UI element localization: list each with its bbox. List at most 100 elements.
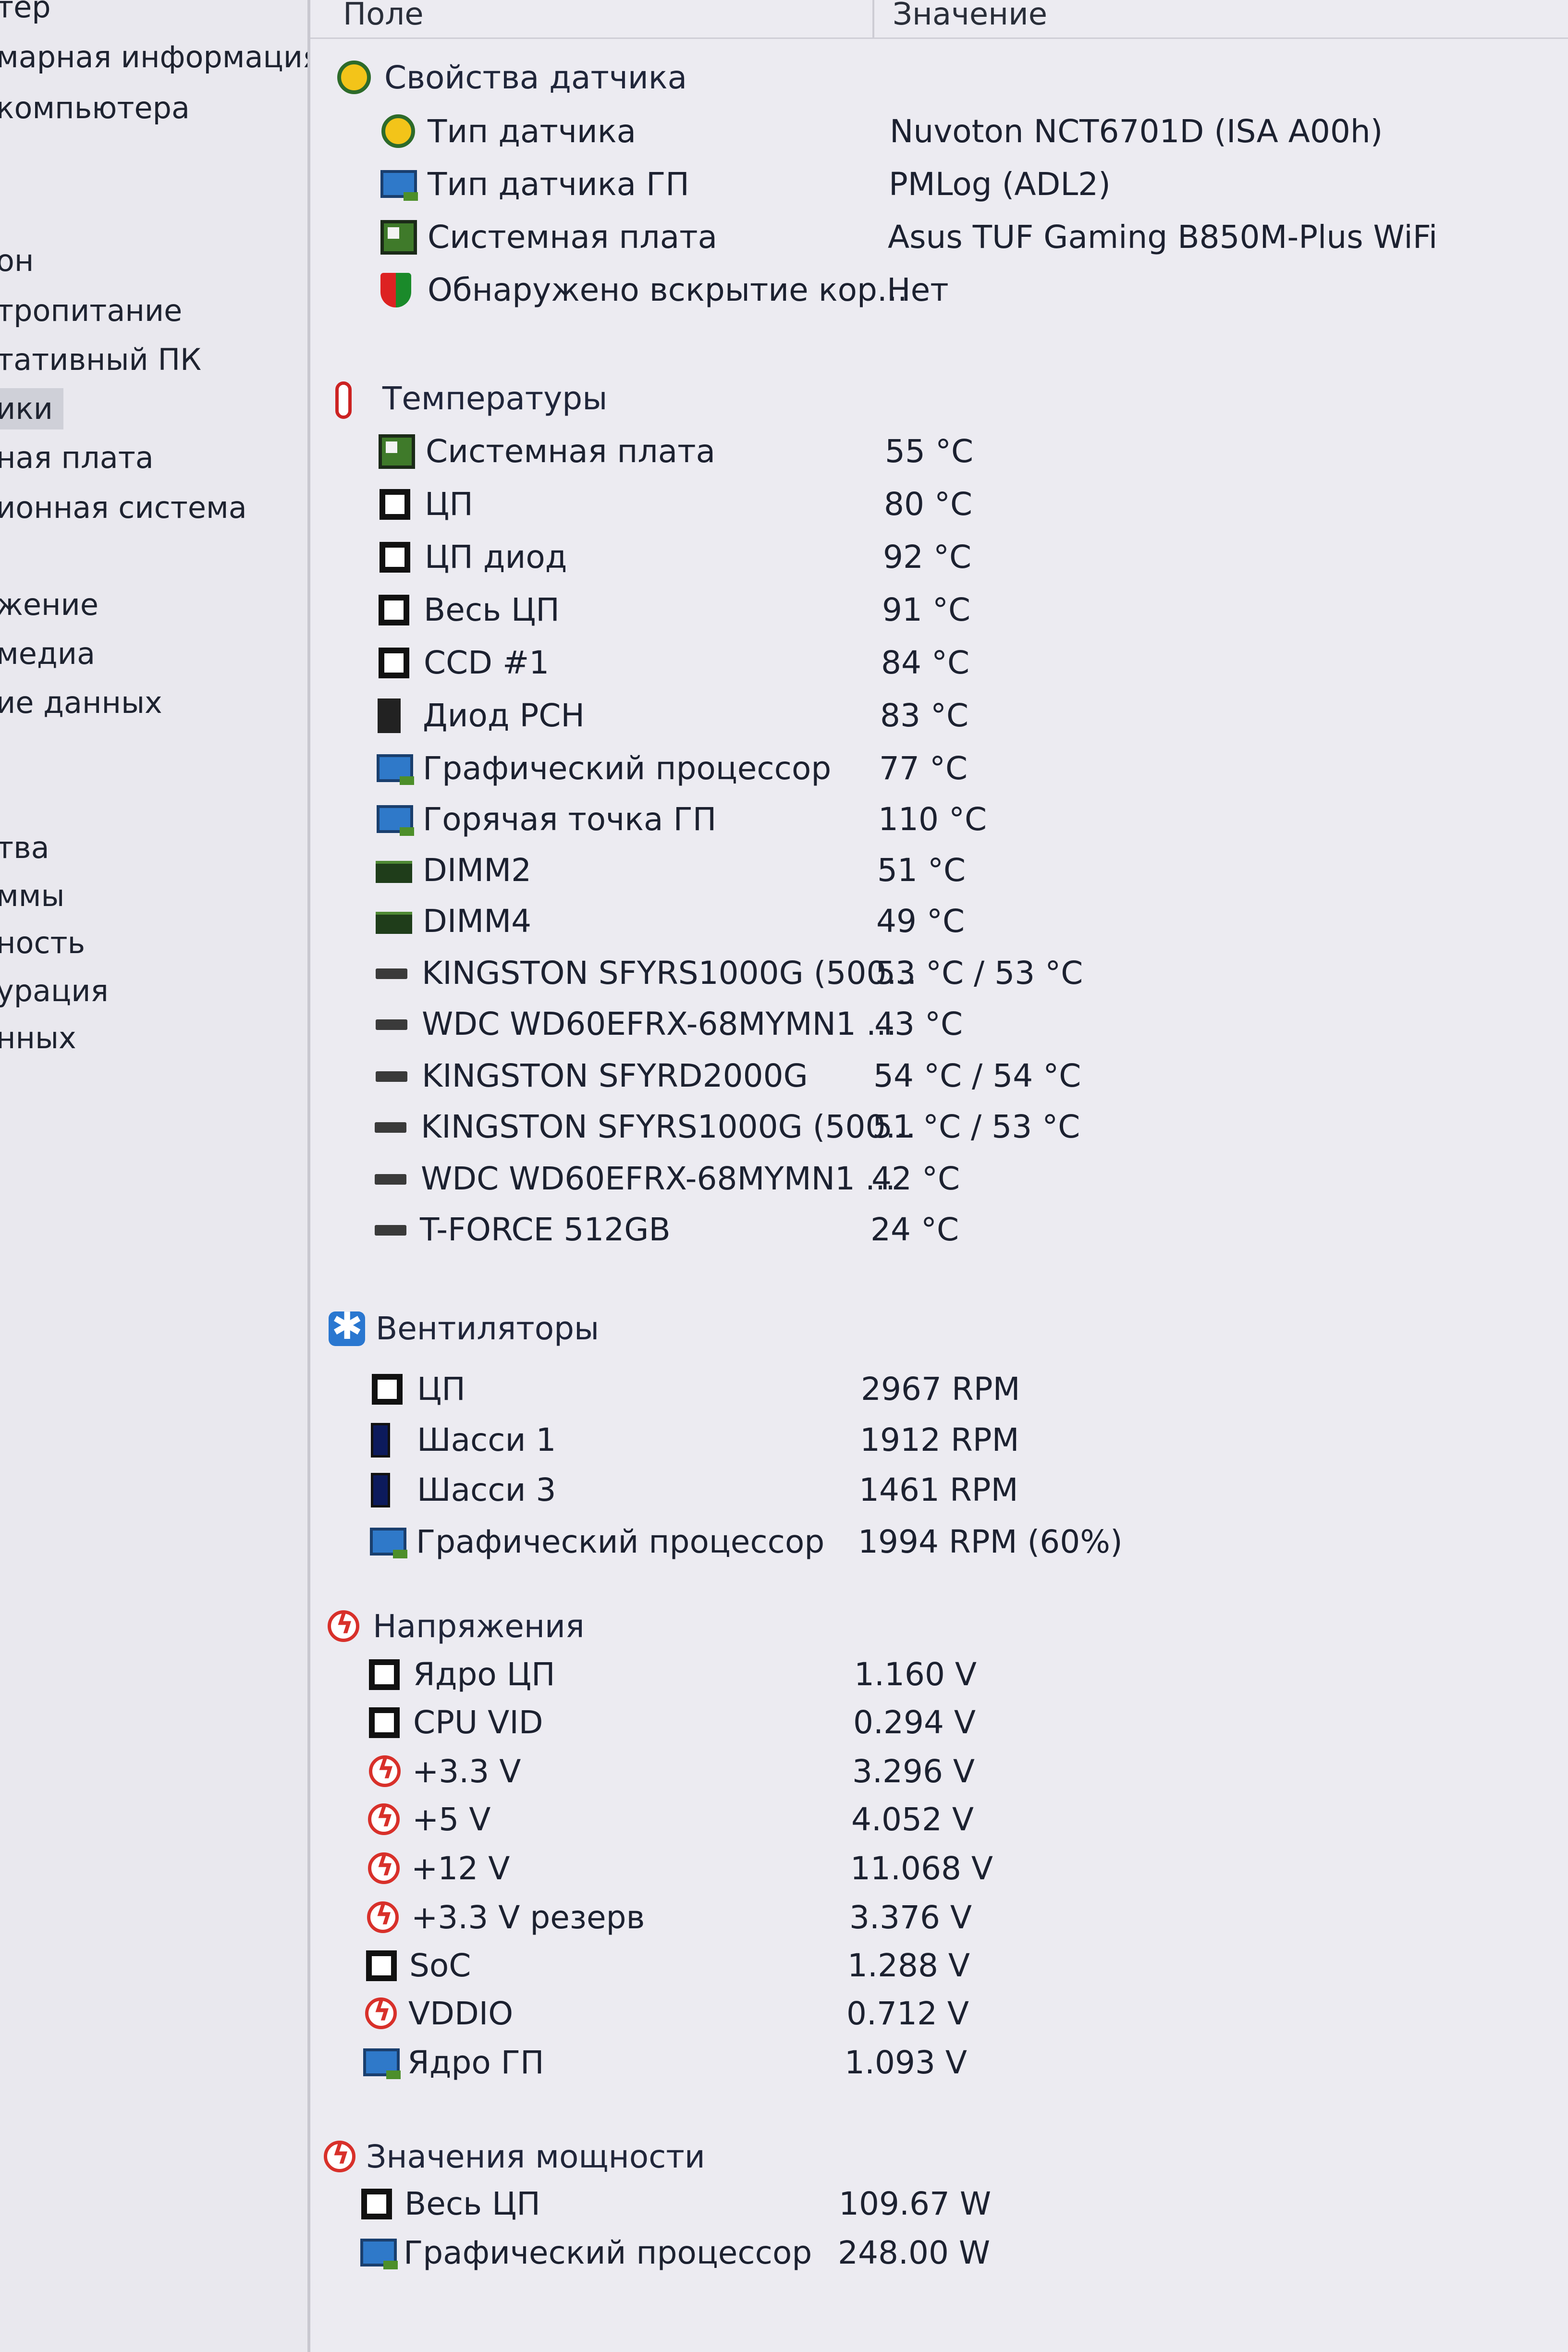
row-value: 1461 RPM (859, 1471, 1018, 1508)
navigation-tree[interactable]: тер марная информация компьютера он троп… (0, 0, 310, 2352)
row-value: 53 °C / 53 °C (875, 955, 1083, 992)
row-field: ЦП (417, 1371, 466, 1408)
group-power-values[interactable]: Значения мощности (310, 2133, 1568, 2181)
row-field: ЦП диод (425, 539, 567, 576)
list-row[interactable]: KINGSTON SFYRD2000G 54 °C / 54 °C (310, 1052, 1568, 1100)
list-row[interactable]: Графический процессор 1994 RPM (60%) (310, 1518, 1568, 1566)
group-sensor-properties[interactable]: Свойства датчика (310, 54, 1568, 102)
nav-item[interactable]: урация (0, 970, 109, 1012)
list-row[interactable]: Системная плата 55 °C (310, 428, 1568, 476)
list-row[interactable]: +3.3 V резерв 3.376 V (310, 1894, 1568, 1942)
row-value: 11.068 V (850, 1850, 993, 1887)
motherboard-icon (380, 220, 417, 255)
row-value: 91 °C (882, 591, 971, 628)
list-row[interactable]: KINGSTON SFYRS1000G (500... 53 °C / 53 °… (310, 949, 1568, 997)
row-value: 24 °C (870, 1211, 959, 1248)
nav-item[interactable]: ность (0, 922, 85, 964)
list-row[interactable]: Системная плата Asus TUF Gaming B850M-Pl… (310, 213, 1568, 261)
nav-item[interactable]: марная информация (0, 37, 307, 78)
nav-item[interactable]: ная плата (0, 437, 154, 478)
group-voltages[interactable]: Напряжения (310, 1603, 1568, 1651)
sensor-icon (381, 114, 415, 148)
list-row[interactable]: +3.3 V 3.296 V (310, 1748, 1568, 1796)
list-row[interactable]: Весь ЦП 91 °C (310, 586, 1568, 634)
row-field: CCD #1 (424, 644, 550, 681)
list-row[interactable]: Шасси 3 1461 RPM (310, 1466, 1568, 1514)
nav-item[interactable]: тропитание (0, 290, 182, 331)
row-field: WDC WD60EFRX-68MYMN1 ... (421, 1160, 895, 1197)
list-row[interactable]: CPU VID 0.294 V (310, 1699, 1568, 1747)
row-value: 83 °C (880, 697, 969, 734)
nav-item[interactable]: тер (0, 0, 51, 28)
drive-icon (375, 1122, 406, 1133)
nav-item[interactable]: тва (0, 827, 49, 869)
row-value: 84 °C (881, 644, 970, 681)
list-row[interactable]: Тип датчика ГП PMLog (ADL2) (310, 160, 1568, 208)
voltage-icon (328, 1609, 359, 1642)
list-row[interactable]: Графический процессор 248.00 W (310, 2229, 1568, 2277)
row-field: CPU VID (413, 1704, 543, 1741)
nav-item-sensors-selected[interactable]: ики (0, 388, 64, 429)
list-row[interactable]: WDC WD60EFRX-68MYMN1 ... 42 °C (310, 1155, 1568, 1203)
row-field: +3.3 V резерв (411, 1899, 645, 1936)
row-field: Системная плата (428, 219, 718, 256)
list-row[interactable]: Обнаружено вскрытие кор... Нет (310, 266, 1568, 314)
row-field: +5 V (412, 1801, 491, 1838)
voltage-icon (368, 1851, 400, 1884)
list-row[interactable]: Графический процессор 77 °C (310, 745, 1568, 793)
list-row[interactable]: WDC WD60EFRX-68MYMN1 ... 43 °C (310, 1000, 1568, 1048)
thermometer-icon (335, 381, 352, 419)
row-field: ЦП (425, 486, 473, 523)
group-temperatures[interactable]: Температуры (310, 375, 1568, 423)
nav-item[interactable]: тативный ПК (0, 339, 201, 380)
nav-item[interactable]: ионная система (0, 487, 247, 528)
monitor-icon (377, 805, 414, 836)
monitor-icon (377, 754, 414, 785)
monitor-icon (360, 2239, 398, 2269)
group-label: Вентиляторы (376, 1310, 600, 1347)
column-separator[interactable] (872, 0, 874, 37)
group-fans[interactable]: Вентиляторы (310, 1305, 1568, 1353)
list-row[interactable]: Ядро ЦП 1.160 V (310, 1651, 1568, 1699)
nav-item[interactable]: ие данных (0, 682, 162, 723)
nav-item[interactable]: нных (0, 1017, 76, 1059)
row-value: 110 °C (878, 801, 987, 838)
row-value: PMLog (ADL2) (889, 166, 1111, 203)
nav-item[interactable]: ммы (0, 875, 65, 917)
list-row[interactable]: ЦП диод 92 °C (310, 533, 1568, 581)
list-row[interactable]: CCD #1 84 °C (310, 639, 1568, 687)
list-row[interactable]: ЦП 2967 RPM (310, 1365, 1568, 1413)
list-row[interactable]: Горячая точка ГП 110 °C (310, 796, 1568, 844)
row-value: 1912 RPM (860, 1421, 1019, 1458)
list-row[interactable]: ЦП 80 °C (310, 480, 1568, 528)
list-row[interactable]: Ядро ГП 1.093 V (310, 2039, 1568, 2087)
cpu-icon (369, 1659, 400, 1690)
nav-item[interactable]: медиа (0, 633, 95, 674)
list-row[interactable]: Тип датчика Nuvoton NCT6701D (ISA A00h) (310, 108, 1568, 156)
list-row[interactable]: DIMM4 49 °C (310, 897, 1568, 945)
list-row[interactable]: +5 V 4.052 V (310, 1796, 1568, 1844)
row-field: Тип датчика ГП (428, 166, 689, 203)
list-row[interactable]: KINGSTON SFYRS1000G (500... 51 °C / 53 °… (310, 1103, 1568, 1151)
row-value: 92 °C (883, 539, 972, 576)
row-value: 3.296 V (852, 1753, 975, 1790)
list-row[interactable]: DIMM2 51 °C (310, 846, 1568, 894)
list-row[interactable]: T-FORCE 512GB 24 °C (310, 1206, 1568, 1254)
list-row[interactable]: Весь ЦП 109.67 W (310, 2180, 1568, 2228)
sensor-list[interactable]: Поле Значение Свойства датчика Тип датчи… (310, 0, 1568, 2352)
nav-item[interactable]: жение (0, 584, 98, 625)
row-value: 51 °C / 53 °C (872, 1108, 1080, 1145)
list-row[interactable]: +12 V 11.068 V (310, 1845, 1568, 1893)
list-row[interactable]: VDDIO 0.712 V (310, 1990, 1568, 2038)
row-field: Тип датчика (428, 113, 637, 150)
list-row[interactable]: SoC 1.288 V (310, 1942, 1568, 1990)
row-field: Обнаружено вскрытие кор... (428, 271, 907, 308)
column-header-value[interactable]: Значение (893, 0, 1047, 34)
column-header-field[interactable]: Поле (343, 0, 424, 34)
list-row[interactable]: Шасси 1 1912 RPM (310, 1416, 1568, 1464)
cpu-icon (366, 1950, 397, 1981)
nav-item[interactable]: он (0, 240, 34, 282)
memory-icon (376, 912, 412, 934)
list-row[interactable]: Диод PCH 83 °C (310, 692, 1568, 740)
nav-item[interactable]: компьютера (0, 87, 190, 129)
